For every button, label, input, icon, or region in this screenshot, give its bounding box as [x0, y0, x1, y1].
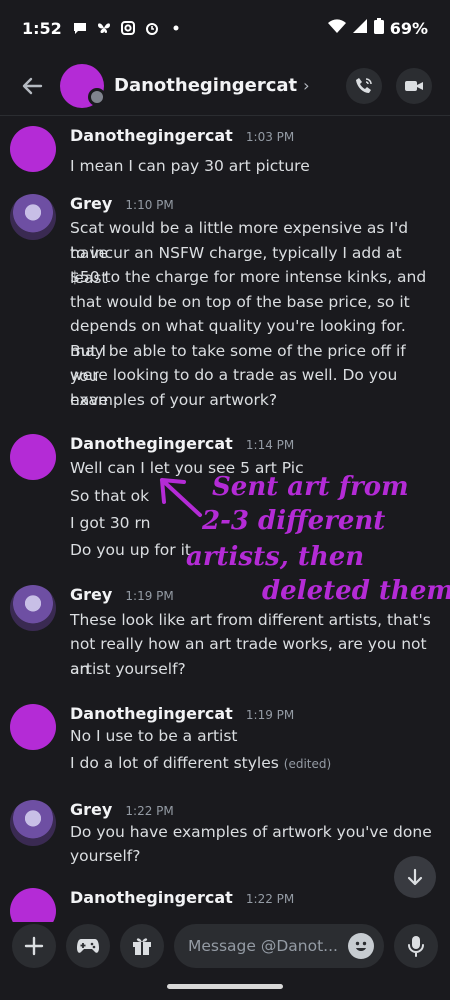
message-author[interactable]: Danothegingercat	[70, 126, 233, 145]
message-input[interactable]: Message @Danot...	[174, 924, 384, 968]
message-meta: Grey 1:22 PM	[70, 800, 174, 819]
message-line[interactable]: $50 to the charge for more intense kinks…	[70, 265, 436, 290]
gift-icon	[133, 938, 151, 955]
message-time: 1:03 PM	[245, 130, 295, 144]
signal-icon	[352, 18, 368, 38]
message-time: 1:19 PM	[245, 708, 295, 722]
video-call-button[interactable]	[396, 67, 432, 104]
message-composer: Message @Danot...	[0, 922, 450, 970]
voice-message-button[interactable]	[394, 924, 438, 968]
message-line[interactable]: No I use to be a artist	[70, 724, 436, 749]
wifi-icon	[327, 18, 346, 38]
chevron-right-icon[interactable]: ›	[303, 76, 309, 95]
battery-level: 69%	[389, 18, 428, 38]
status-bar: 1:52 69%	[0, 0, 450, 56]
message-time: 1:14 PM	[245, 438, 295, 452]
arrow-left-icon	[22, 77, 43, 94]
home-indicator[interactable]	[167, 984, 283, 989]
back-button[interactable]	[18, 72, 46, 100]
video-camera-icon	[405, 80, 423, 91]
message-line[interactable]: examples of your artwork?	[70, 388, 436, 413]
message-author[interactable]: Grey	[70, 194, 112, 213]
avatar[interactable]	[10, 126, 56, 172]
handwritten-annotation: Sent art from 2-3 different artists, the…	[150, 470, 450, 620]
message-author[interactable]: Danothegingercat	[70, 888, 233, 907]
message-time: 1:10 PM	[125, 198, 174, 212]
message-meta: Danothegingercat 1:03 PM	[70, 126, 294, 145]
message-meta: Danothegingercat 1:22 PM	[70, 888, 294, 907]
gift-button[interactable]	[120, 924, 164, 968]
dm-header: Danothegingercat ›	[0, 56, 450, 116]
dm-username[interactable]: Danothegingercat	[114, 75, 297, 96]
message-meta: Grey 1:10 PM	[70, 194, 174, 213]
avatar[interactable]	[10, 434, 56, 480]
emoji-button[interactable]	[348, 933, 374, 959]
message-line[interactable]: artist yourself?	[70, 657, 436, 682]
message-meta: Danothegingercat 1:14 PM	[70, 434, 294, 453]
message-time: 1:22 PM	[245, 892, 295, 906]
emoji-icon	[355, 941, 367, 951]
butterfly-icon	[96, 20, 112, 36]
message-text: I do a lot of different styles	[70, 754, 279, 772]
plus-icon	[24, 936, 44, 956]
annotation-line: deleted them	[262, 576, 450, 606]
message-author[interactable]: Grey	[70, 800, 112, 819]
message-author[interactable]: Danothegingercat	[70, 434, 233, 453]
microphone-icon	[408, 936, 424, 957]
avatar[interactable]	[10, 194, 56, 240]
message-time: 1:22 PM	[125, 804, 174, 818]
message-line[interactable]: I mean I can pay 30 art picture	[70, 154, 436, 179]
status-right: 69%	[327, 18, 428, 38]
activities-button[interactable]	[66, 924, 110, 968]
battery-icon	[373, 18, 384, 38]
message-author[interactable]: Grey	[70, 585, 112, 604]
annotation-line: Sent art from	[212, 472, 409, 502]
message-author[interactable]: Danothegingercat	[70, 704, 233, 723]
message-line[interactable]: that would be on top of the base price, …	[70, 290, 436, 315]
avatar[interactable]	[10, 585, 56, 631]
add-attachment-button[interactable]	[12, 924, 56, 968]
instagram-icon	[120, 20, 136, 36]
alarm-icon	[144, 20, 160, 36]
dot-icon	[168, 20, 184, 36]
message-line[interactable]: yourself?	[70, 844, 436, 869]
message-line[interactable]: Do you have examples of artwork you've d…	[70, 820, 436, 845]
avatar[interactable]	[10, 704, 56, 750]
annotation-line: artists, then	[186, 542, 365, 572]
avatar[interactable]	[10, 800, 56, 846]
status-time: 1:52	[22, 18, 62, 38]
voice-call-button[interactable]	[346, 67, 382, 104]
arrow-down-icon	[407, 868, 423, 886]
annotation-line: 2-3 different	[202, 506, 386, 536]
gamepad-icon	[77, 939, 99, 953]
scroll-to-bottom-button[interactable]	[394, 856, 436, 898]
message-input-placeholder[interactable]: Message @Danot...	[188, 937, 348, 955]
phone-call-icon	[356, 77, 372, 93]
chat-bubble-icon	[72, 20, 88, 36]
avatar[interactable]	[10, 888, 56, 922]
edited-label: (edited)	[283, 757, 332, 771]
message-meta: Danothegingercat 1:19 PM	[70, 704, 294, 723]
avatar[interactable]	[60, 63, 106, 108]
message-line[interactable]: I do a lot of different styles (edited)	[70, 751, 436, 777]
